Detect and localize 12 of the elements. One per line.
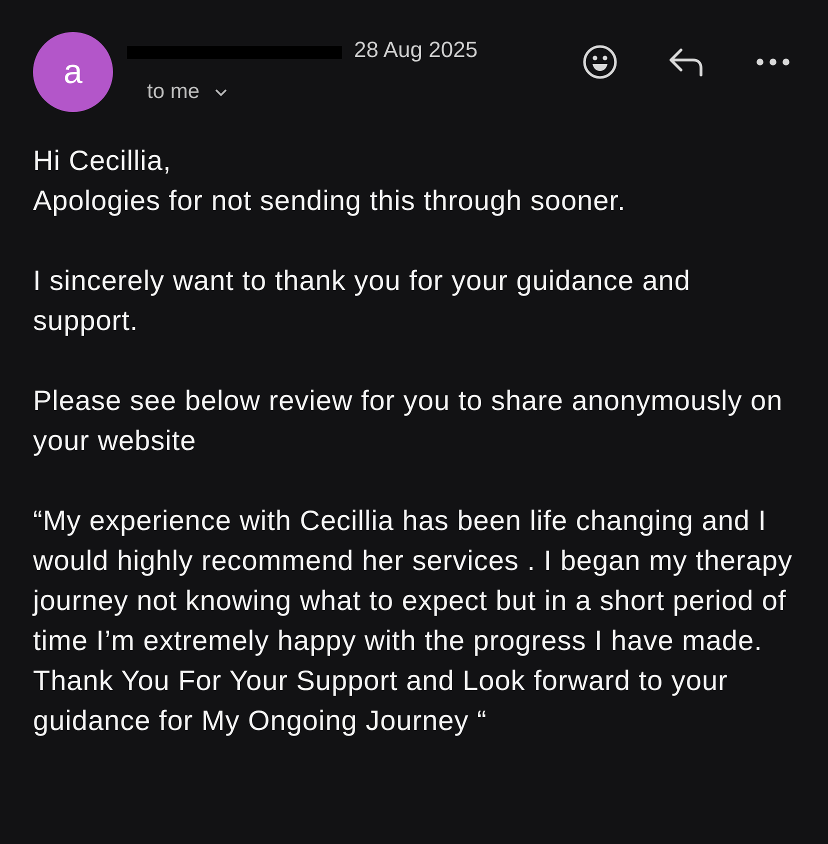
message-paragraph: Apologies for not sending this through sooner. xyxy=(33,184,627,218)
message-paragraph: Thank You For Your Support and Look forward to your guidance for My Ongoing Journey “ xyxy=(33,664,729,738)
email-date: 28 Aug 2025 xyxy=(354,37,478,63)
message-paragraph: I sincerely want to thank you for your guidance and support. xyxy=(33,264,692,338)
avatar: a xyxy=(33,32,113,112)
message-paragraph: Please see below review for you to share anonymously on your website xyxy=(33,384,784,458)
message-paragraph: Hi Cecillia, xyxy=(33,144,172,178)
emoji-icon[interactable] xyxy=(582,44,618,80)
more-icon[interactable] xyxy=(756,58,790,66)
recipient-toggle[interactable]: to me xyxy=(147,80,478,104)
chevron-down-icon xyxy=(214,88,228,96)
message-paragraph: “My experience with Cecillia has been life changing and I would highly recommend her services . I began my therapy journey not knowing what to expect but in a short period of time I’m extremely happy with the progress I have made. xyxy=(33,504,793,658)
